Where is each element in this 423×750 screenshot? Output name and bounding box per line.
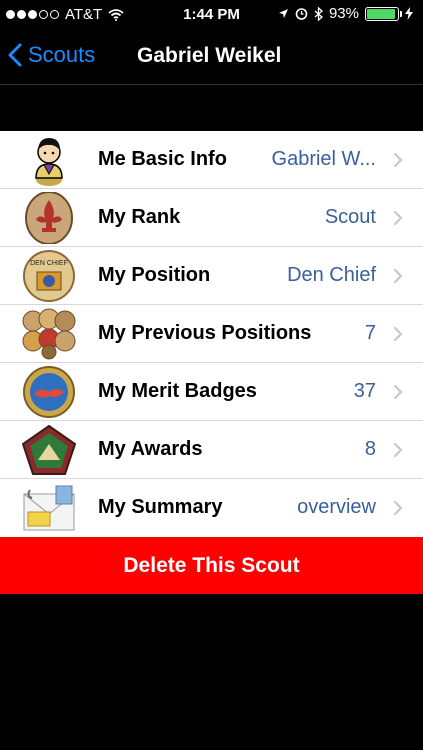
navigation-bar: Scouts Gabriel Weikel (0, 30, 423, 85)
alarm-icon (295, 8, 308, 20)
chevron-right-icon (393, 210, 403, 226)
charging-bolt-icon (405, 7, 413, 20)
row-value: 37 (353, 380, 376, 402)
list-item-summary[interactable]: My Summary overview (0, 479, 423, 537)
patch-text: DEN CHIEF (30, 260, 68, 267)
list-item-position[interactable]: DEN CHIEF My Position Den Chief (0, 247, 423, 305)
row-value: Den Chief (287, 264, 376, 286)
row-value: 8 (364, 438, 376, 460)
row-label: My Summary (98, 496, 223, 518)
status-bar: AT&T 1:44 PM 93% (0, 0, 423, 30)
chevron-right-icon (393, 442, 403, 458)
den-chief-patch-icon: DEN CHIEF (23, 250, 75, 302)
chevron-right-icon (393, 500, 403, 516)
list-item-rank[interactable]: My Rank Scout (0, 189, 423, 247)
chevron-right-icon (393, 384, 403, 400)
bluetooth-icon (314, 6, 323, 21)
summary-envelope-icon (23, 485, 75, 531)
scout-avatar-icon (35, 138, 63, 186)
row-label: My Awards (98, 438, 203, 460)
battery-percent: 93% (328, 5, 359, 22)
row-value: 7 (364, 322, 376, 344)
row-value: Gabriel W... (271, 148, 376, 170)
row-label: My Rank (98, 206, 181, 228)
list-item-basic-info[interactable]: Me Basic Info Gabriel W... (0, 131, 423, 189)
chevron-right-icon (393, 152, 403, 168)
chevron-left-icon (8, 43, 22, 67)
row-label: My Merit Badges (98, 380, 257, 402)
list-item-previous-positions[interactable]: My Previous Positions 7 (0, 305, 423, 363)
patches-collection-icon (22, 308, 76, 360)
back-button[interactable]: Scouts (8, 42, 95, 68)
row-value: overview (297, 496, 376, 518)
location-arrow-icon (278, 9, 288, 18)
delete-scout-button[interactable]: Delete This Scout (0, 537, 423, 594)
back-button-label: Scouts (28, 42, 96, 67)
row-label: My Position (98, 264, 211, 286)
list-item-awards[interactable]: My Awards 8 (0, 421, 423, 479)
awards-patch-icon (21, 424, 77, 475)
row-label: Me Basic Info (98, 148, 227, 170)
row-label: My Previous Positions (98, 322, 312, 344)
list-item-merit-badges[interactable]: My Merit Badges 37 (0, 363, 423, 421)
scout-menu-list: Me Basic Info Gabriel W... My Rank Scout… (0, 131, 423, 537)
merit-badge-icon (23, 366, 75, 418)
rank-badge-icon (25, 192, 73, 244)
chevron-right-icon (393, 326, 403, 342)
page-title: Gabriel Weikel (137, 44, 282, 67)
battery-icon (365, 6, 402, 21)
status-right: 93% (278, 5, 413, 22)
chevron-right-icon (393, 268, 403, 284)
row-value: Scout (324, 206, 376, 228)
